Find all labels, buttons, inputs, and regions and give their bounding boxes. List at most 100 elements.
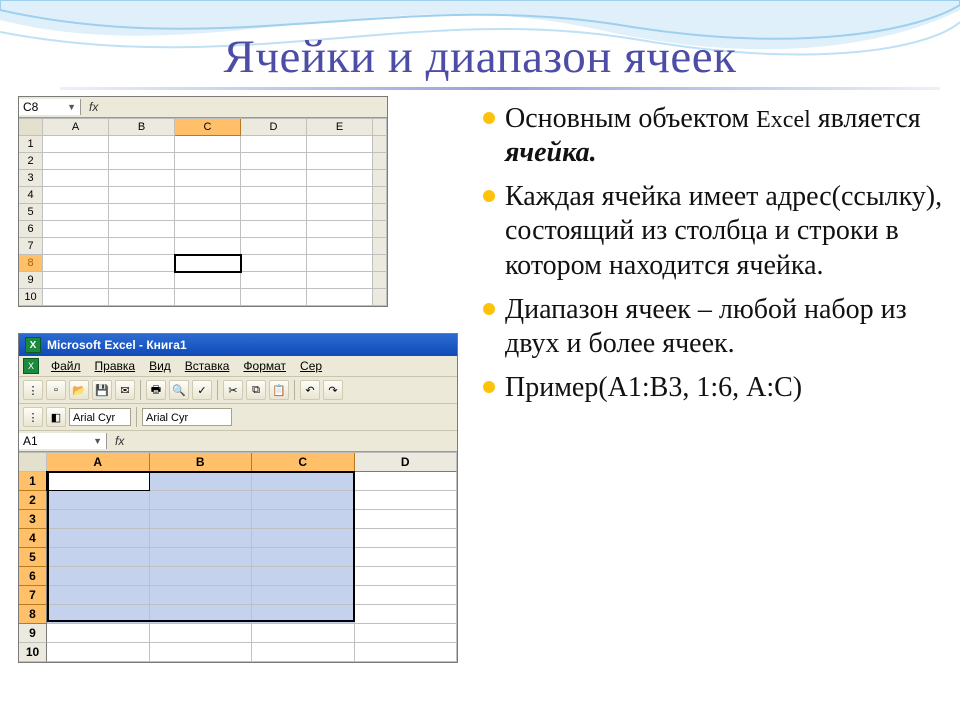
cell[interactable] [109,272,175,289]
row-header[interactable]: 4 [19,529,47,548]
cell[interactable] [307,221,373,238]
cell[interactable] [355,624,458,643]
cell[interactable] [175,289,241,306]
row-header[interactable]: 7 [19,238,43,255]
cell[interactable] [252,605,355,624]
cell[interactable] [47,643,150,662]
row-header[interactable]: 6 [19,221,43,238]
row-header[interactable]: 5 [19,548,47,567]
cell[interactable] [47,548,150,567]
undo-button[interactable]: ↶ [300,380,320,400]
cell[interactable] [175,204,241,221]
cell[interactable] [241,238,307,255]
cell[interactable] [43,221,109,238]
cell[interactable] [43,238,109,255]
cell[interactable] [252,529,355,548]
row-header[interactable]: 8 [19,255,43,272]
cell[interactable] [307,170,373,187]
cell[interactable] [150,567,253,586]
column-header[interactable]: C [252,453,355,472]
cell[interactable] [109,187,175,204]
cell[interactable] [252,548,355,567]
cell[interactable] [150,605,253,624]
cell[interactable] [241,221,307,238]
row-header[interactable]: 10 [19,289,43,306]
toolbar-button[interactable]: ◧ [46,407,66,427]
cell[interactable] [43,153,109,170]
cell[interactable] [252,510,355,529]
cell[interactable] [175,238,241,255]
menu-insert[interactable]: Вставка [179,358,236,374]
font-name-select[interactable]: Arial Cyr [142,408,232,426]
cell[interactable] [150,624,253,643]
cell[interactable] [43,289,109,306]
cell[interactable] [109,221,175,238]
cell[interactable] [241,153,307,170]
row-header[interactable]: 5 [19,204,43,221]
cell[interactable] [47,624,150,643]
cell[interactable] [252,567,355,586]
cell[interactable] [43,272,109,289]
row-header[interactable]: 7 [19,586,47,605]
cell[interactable] [150,491,253,510]
cell[interactable] [252,624,355,643]
menu-format[interactable]: Формат [237,358,292,374]
cell[interactable] [241,170,307,187]
cell[interactable] [43,204,109,221]
cell[interactable] [307,255,373,272]
cell[interactable] [150,548,253,567]
cell[interactable] [175,170,241,187]
column-header[interactable]: D [355,453,458,472]
font-select[interactable]: Arial Cyr [69,408,131,426]
cell[interactable] [109,170,175,187]
name-box[interactable]: A1 ▼ [19,433,107,449]
paste-button[interactable]: 📋 [269,380,289,400]
cell[interactable] [175,153,241,170]
cell[interactable] [241,289,307,306]
menu-service[interactable]: Сер [294,358,328,374]
row-header[interactable]: 1 [19,472,47,491]
save-button[interactable]: 💾 [92,380,112,400]
cell[interactable] [43,170,109,187]
cell[interactable] [47,529,150,548]
row-header[interactable]: 3 [19,510,47,529]
cell[interactable] [47,510,150,529]
cell[interactable] [252,491,355,510]
cell[interactable] [175,221,241,238]
row-header[interactable]: 4 [19,187,43,204]
cell[interactable] [307,204,373,221]
spell-button[interactable]: ✓ [192,380,212,400]
cell[interactable] [355,491,458,510]
cell[interactable] [355,586,458,605]
preview-button[interactable]: 🔍 [169,380,189,400]
cell[interactable] [109,255,175,272]
row-header[interactable]: 2 [19,491,47,510]
cell[interactable] [252,586,355,605]
select-all-corner[interactable] [19,453,47,472]
cell[interactable] [109,238,175,255]
cell[interactable] [355,510,458,529]
cell[interactable] [47,567,150,586]
cell[interactable] [150,586,253,605]
row-header[interactable]: 3 [19,170,43,187]
column-header[interactable]: A [47,453,150,472]
cell[interactable] [307,272,373,289]
cell[interactable] [109,153,175,170]
cell[interactable] [307,289,373,306]
menu-edit[interactable]: Правка [89,358,142,374]
cell[interactable] [43,187,109,204]
cell[interactable] [355,643,458,662]
cell[interactable] [252,643,355,662]
cell[interactable] [241,272,307,289]
cell[interactable] [307,153,373,170]
cell[interactable] [47,586,150,605]
cell[interactable] [175,187,241,204]
row-header[interactable]: 9 [19,624,47,643]
cell[interactable] [47,605,150,624]
cell[interactable] [241,204,307,221]
row-header[interactable]: 6 [19,567,47,586]
cell[interactable] [175,255,241,272]
cell[interactable] [150,529,253,548]
cell[interactable] [355,548,458,567]
row-header[interactable]: 10 [19,643,47,662]
